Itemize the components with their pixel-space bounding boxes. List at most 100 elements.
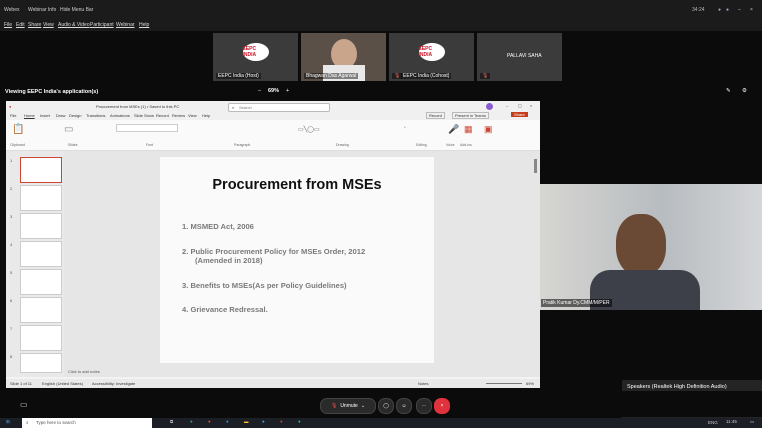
settings-icon[interactable]: ● — [726, 7, 729, 13]
menu-webinar[interactable]: Webinar — [116, 22, 135, 28]
audio-settings-button[interactable]: ◯ — [378, 398, 394, 414]
reactions-button[interactable]: ☺ — [396, 398, 412, 414]
current-slide[interactable]: Procurement from MSEs 1. MSMED Act, 2006… — [160, 157, 434, 363]
designer-icon[interactable]: ▣ — [484, 124, 493, 135]
menu-help[interactable]: Help — [139, 22, 149, 28]
maximize-icon[interactable]: ▢ — [518, 103, 522, 108]
zoom-out-button[interactable]: – — [258, 88, 261, 94]
tab-file[interactable]: File — [10, 113, 16, 118]
slide-thumbnail-1[interactable] — [20, 157, 62, 183]
tab-transitions[interactable]: Transitions — [86, 113, 105, 118]
more-options-button[interactable]: ⋯ — [416, 398, 432, 414]
tab-help[interactable]: Help — [202, 113, 210, 118]
tab-insert[interactable]: Insert — [40, 113, 50, 118]
menu-participant[interactable]: Participant — [90, 22, 114, 28]
search-box[interactable]: ⌕ Search — [228, 103, 330, 112]
group-add-ins: Add-ins — [460, 143, 472, 147]
menu-audio-video[interactable]: Audio & Video — [58, 22, 90, 28]
font-name-select[interactable] — [116, 124, 178, 132]
windows-start-icon[interactable]: ⊞ — [6, 419, 10, 425]
zoom-in-button[interactable]: + — [286, 88, 289, 94]
tab-draw[interactable]: Draw — [56, 113, 65, 118]
thumb-number: 3 — [10, 214, 13, 219]
slide-thumbnail-6[interactable] — [20, 297, 62, 323]
taskbar-app-icon[interactable]: ● — [190, 419, 193, 424]
annotate-icon[interactable]: ✎ — [726, 88, 731, 94]
slide-thumbnail-3[interactable] — [20, 213, 62, 239]
group-paragraph: Paragraph — [234, 143, 251, 147]
webex-taskbar-icon[interactable]: ● — [298, 419, 301, 424]
tab-animations[interactable]: Animations — [110, 113, 130, 118]
share-button[interactable]: Share — [511, 112, 528, 117]
slide-bullet: 3. Benefits to MSEs(As per Policy Guidel… — [182, 281, 347, 290]
participant-name: Bhagwan Das Agarwal — [304, 73, 359, 79]
menu-file[interactable]: File — [4, 22, 12, 28]
tab-review[interactable]: Review — [172, 113, 185, 118]
task-view-icon[interactable]: ⧉ — [170, 419, 173, 424]
taskbar-app-icon[interactable]: ● — [226, 419, 229, 424]
muted-mic-icon: 🎙 — [330, 403, 338, 409]
slide-thumbnail-2[interactable] — [20, 185, 62, 211]
taskbar-app-icon[interactable]: ● — [262, 419, 265, 424]
hide-menu-bar-link[interactable]: Hide Menu Bar — [60, 7, 93, 13]
slide-thumbnail-pane: 1 2 3 4 5 6 7 8 — [6, 151, 64, 377]
webinar-info-link[interactable]: Webinar Info — [28, 7, 56, 13]
slide-thumbnail-7[interactable] — [20, 325, 62, 351]
tab-home[interactable]: Home — [24, 113, 35, 118]
taskbar-clock: 11:45 — [726, 419, 737, 424]
tab-view[interactable]: View — [188, 113, 197, 118]
zoom-slider[interactable] — [486, 383, 522, 384]
chat-icon[interactable]: ▭ — [20, 400, 28, 409]
participant-tile[interactable]: EEPC INDIA EEPC India (Host) — [213, 33, 298, 81]
paste-icon[interactable]: 📋 — [12, 124, 24, 135]
speaker-name-label: Pratik Kumar Dy.CMM/M/PER — [541, 299, 612, 307]
notes-toggle[interactable]: Notes — [418, 381, 428, 386]
find-replace-button[interactable]: ⌕ — [404, 125, 406, 129]
chevron-down-icon[interactable]: ⌄ — [361, 403, 365, 409]
participant-tile[interactable]: Bhagwan Das Agarwal — [301, 33, 386, 81]
viewing-label: Viewing EEPC India's application(s) — [5, 89, 99, 95]
powerpoint-title-bar: ● Procurement from MSEs (1) • Saved to t… — [6, 101, 540, 112]
close-icon[interactable]: × — [530, 103, 532, 108]
tab-slide-show[interactable]: Slide Show — [134, 113, 154, 118]
slide-thumbnail-8[interactable] — [20, 353, 62, 373]
participant-tile[interactable]: PALLAVI SAHA 🎙 — [477, 33, 562, 81]
record-button[interactable]: Record — [426, 112, 445, 119]
view-options-icon[interactable]: ⚙ — [742, 88, 747, 94]
folder-icon[interactable]: ▬ — [244, 419, 249, 424]
tab-design[interactable]: Design — [69, 113, 81, 118]
autosave-icon[interactable]: ● — [9, 104, 11, 109]
status-accessibility[interactable]: Accessibility: Investigate — [92, 381, 135, 386]
minimize-icon[interactable]: – — [506, 103, 508, 108]
avatar[interactable] — [486, 103, 493, 110]
active-speaker-video[interactable] — [540, 184, 762, 310]
leave-meeting-button[interactable]: × — [434, 398, 450, 414]
slide-thumbnail-5[interactable] — [20, 269, 62, 295]
thumb-number: 2 — [10, 186, 13, 191]
participant-tile[interactable]: EEPC INDIA 🎙 EEPC India (Cohost) — [389, 33, 474, 81]
muted-icon: 🎙 — [480, 73, 491, 79]
close-icon[interactable]: × — [750, 7, 753, 13]
status-language[interactable]: English (United States) — [42, 381, 83, 386]
new-slide-icon[interactable]: ▭ — [64, 124, 73, 135]
menu-edit[interactable]: Edit — [16, 22, 25, 28]
scrollbar-thumb[interactable] — [534, 159, 537, 173]
taskbar-app-icon[interactable]: ● — [208, 419, 211, 424]
slide-title: Procurement from MSEs — [212, 177, 382, 193]
menu-view[interactable]: View — [43, 22, 54, 28]
minimize-icon[interactable]: – — [738, 7, 741, 13]
dictate-icon[interactable]: 🎤 — [448, 124, 459, 135]
status-bar: Slide 1 of 11 English (United States) Ac… — [6, 379, 540, 388]
notifications-icon[interactable]: ▭ — [750, 419, 754, 425]
notes-pane[interactable]: Click to add notes — [64, 366, 540, 377]
add-ins-icon[interactable]: ▦ — [464, 124, 473, 135]
input-language[interactable]: ENG — [708, 420, 718, 425]
powerpoint-taskbar-icon[interactable]: ● — [280, 419, 283, 424]
present-in-teams-button[interactable]: Present in Teams — [452, 112, 489, 119]
menu-share[interactable]: Share — [28, 22, 41, 28]
taskbar-search-box[interactable]: ⌕ Type here to search — [22, 418, 152, 428]
unmute-button[interactable]: 🎙 Unmute ⌄ — [320, 398, 376, 414]
tab-record[interactable]: Record — [156, 113, 169, 118]
shapes-gallery[interactable]: ▭╲◯▭ — [298, 126, 320, 133]
slide-thumbnail-4[interactable] — [20, 241, 62, 267]
